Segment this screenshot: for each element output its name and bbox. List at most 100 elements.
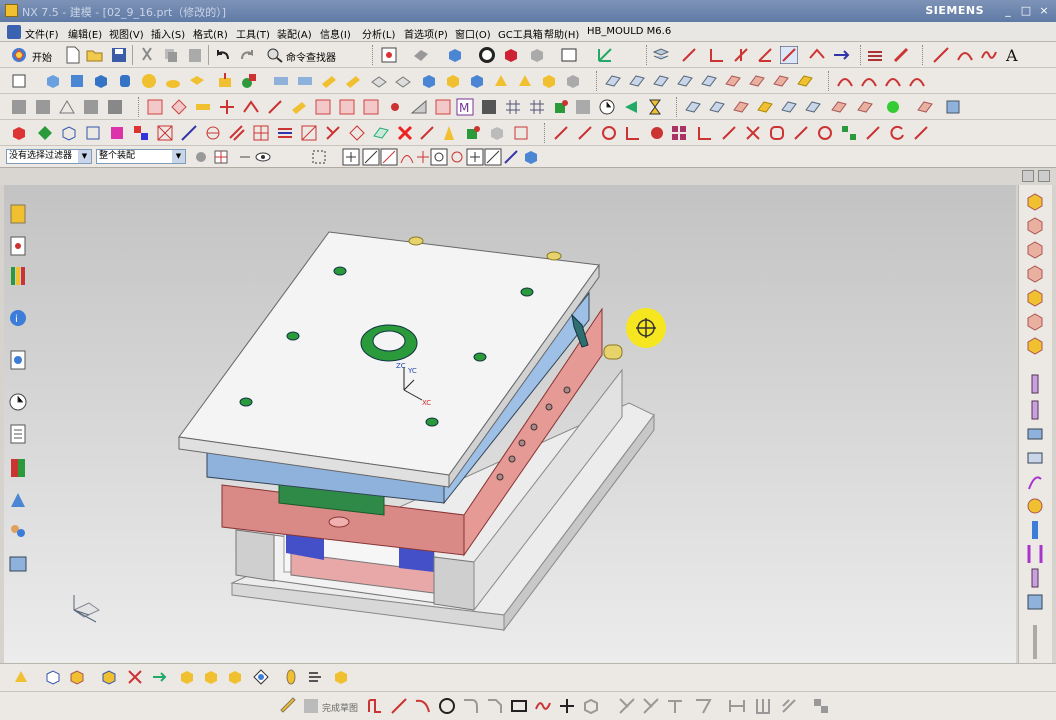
- assembly-tool-13-icon[interactable]: [332, 668, 350, 686]
- sphere-icon[interactable]: [140, 72, 158, 90]
- selected-csys-icon[interactable]: [779, 45, 799, 65]
- tool-4-6-icon[interactable]: [204, 124, 222, 142]
- mold-wizard-6-icon[interactable]: [266, 98, 284, 116]
- render-style-icon[interactable]: [478, 46, 496, 64]
- gray-tool-5-icon[interactable]: [106, 98, 124, 116]
- revolve-icon[interactable]: [68, 72, 86, 90]
- line-icon[interactable]: [932, 46, 950, 64]
- mold-tool-r2-icon[interactable]: [1025, 215, 1045, 237]
- save-icon[interactable]: [110, 46, 128, 64]
- edit-section-icon[interactable]: [502, 46, 520, 64]
- sketch-icon[interactable]: [10, 72, 28, 90]
- sketch-offset-icon[interactable]: [582, 697, 600, 715]
- hide-icon[interactable]: [528, 46, 546, 64]
- tool-4-9-icon[interactable]: [276, 124, 294, 142]
- edit-curve-7-icon[interactable]: [696, 124, 714, 142]
- gray-tool-1-icon[interactable]: [10, 98, 28, 116]
- curve-from-bodies-icon[interactable]: [808, 46, 826, 64]
- surface-7-icon[interactable]: [748, 72, 766, 90]
- standard-part-r15-icon[interactable]: [1025, 543, 1045, 565]
- snap-point-10-icon[interactable]: [502, 148, 520, 166]
- standard-part-r12-icon[interactable]: [1025, 471, 1045, 493]
- select-all-icon[interactable]: [212, 148, 230, 166]
- finish-sketch-button[interactable]: 完成草图: [322, 701, 358, 714]
- snap-point-11-icon[interactable]: [522, 148, 540, 166]
- tool-4-18-icon[interactable]: [512, 124, 530, 142]
- sketch-icon[interactable]: [280, 697, 298, 715]
- surface-6-icon[interactable]: [724, 72, 742, 90]
- system-materials-icon[interactable]: [8, 423, 28, 445]
- shaded-view-icon[interactable]: [412, 46, 430, 64]
- datum-plane-icon[interactable]: [708, 46, 726, 64]
- sheet-7-icon[interactable]: [830, 98, 848, 116]
- snap-view-icon[interactable]: [380, 46, 398, 64]
- split-body-icon[interactable]: [564, 72, 582, 90]
- tool-4-7-icon[interactable]: [228, 124, 246, 142]
- sketch-corner-icon[interactable]: [666, 697, 684, 715]
- assembly-tool-10-icon[interactable]: [252, 668, 270, 686]
- edit-curve-1-icon[interactable]: [552, 124, 570, 142]
- gray-tool-4-icon[interactable]: [82, 98, 100, 116]
- slot-icon[interactable]: [296, 72, 314, 90]
- surface-8-icon[interactable]: [772, 72, 790, 90]
- eye-icon[interactable]: [254, 148, 272, 166]
- part-navigator-icon[interactable]: [8, 265, 28, 287]
- edit-curve-10-icon[interactable]: [768, 124, 786, 142]
- mold-tool-r7-icon[interactable]: [1025, 335, 1045, 357]
- surface-9-icon[interactable]: [796, 72, 814, 90]
- edit-curve-4-icon[interactable]: [624, 124, 642, 142]
- palette-icon[interactable]: [8, 457, 28, 479]
- edit-curve-15-icon[interactable]: [888, 124, 906, 142]
- mold-tool-r5-icon[interactable]: [1025, 287, 1045, 309]
- sheet-5-icon[interactable]: [780, 98, 798, 116]
- constraint-navigator-icon[interactable]: [8, 235, 28, 257]
- edit-curve-2-icon[interactable]: [576, 124, 594, 142]
- assembly-tool-6-icon[interactable]: [150, 668, 168, 686]
- assembly-navigator-icon[interactable]: [8, 203, 28, 225]
- snap-point-1-icon[interactable]: [342, 148, 360, 166]
- sketch-fillet-icon[interactable]: [462, 697, 480, 715]
- cone-icon[interactable]: [164, 72, 182, 90]
- mold-wizard-1-icon[interactable]: [146, 98, 164, 116]
- start-icon[interactable]: [10, 46, 28, 64]
- edit-curve-14-icon[interactable]: [864, 124, 882, 142]
- green-diamond-icon[interactable]: [36, 124, 54, 142]
- text-icon[interactable]: A: [1004, 46, 1022, 65]
- draft-icon[interactable]: [444, 72, 462, 90]
- tool-4-13-icon[interactable]: [372, 124, 390, 142]
- menu-edit[interactable]: 编辑(E): [68, 26, 102, 41]
- profile-icon[interactable]: [366, 697, 384, 715]
- standard-part-r14-icon[interactable]: [1025, 519, 1045, 541]
- reuse-library-icon[interactable]: i: [8, 307, 28, 329]
- standard-part-r11-icon[interactable]: [1025, 447, 1045, 469]
- menu-analysis[interactable]: 分析(L): [362, 26, 395, 41]
- tool-4-16-icon[interactable]: [464, 124, 482, 142]
- extrude-icon[interactable]: [44, 72, 62, 90]
- menu-help[interactable]: 帮助(H): [544, 26, 579, 41]
- standard-part-r9-icon[interactable]: [1025, 399, 1045, 421]
- edit-curve-3-icon[interactable]: [600, 124, 618, 142]
- surface-5-icon[interactable]: [700, 72, 718, 90]
- tool-4-12-icon[interactable]: [348, 124, 366, 142]
- restore-view-icon[interactable]: [1022, 170, 1034, 182]
- tool-4-10-icon[interactable]: [300, 124, 318, 142]
- spline-icon[interactable]: [980, 46, 998, 64]
- paste-icon[interactable]: [186, 46, 204, 64]
- cut-icon[interactable]: [138, 46, 156, 64]
- tool-4-5-icon[interactable]: [180, 124, 198, 142]
- sheet-8-icon[interactable]: [856, 98, 874, 116]
- surface-1-icon[interactable]: [604, 72, 622, 90]
- snap-point-7-icon[interactable]: [448, 148, 466, 166]
- filter-settings-icon[interactable]: [192, 148, 210, 166]
- mold-wizard-17-icon[interactable]: [622, 98, 640, 116]
- mold-wizard-4-icon[interactable]: [218, 98, 236, 116]
- sketch-extend-icon[interactable]: [642, 697, 660, 715]
- menu-tools[interactable]: 工具(T): [236, 26, 270, 41]
- pad-icon[interactable]: [272, 72, 290, 90]
- mold-wizard-8-icon[interactable]: [314, 98, 332, 116]
- start-button[interactable]: 开始: [32, 49, 52, 64]
- wcs-icon[interactable]: [596, 46, 614, 64]
- tool-4-8-icon[interactable]: [252, 124, 270, 142]
- sketch-mirror-icon[interactable]: [754, 697, 772, 715]
- assembly-tool-2-icon[interactable]: [44, 668, 62, 686]
